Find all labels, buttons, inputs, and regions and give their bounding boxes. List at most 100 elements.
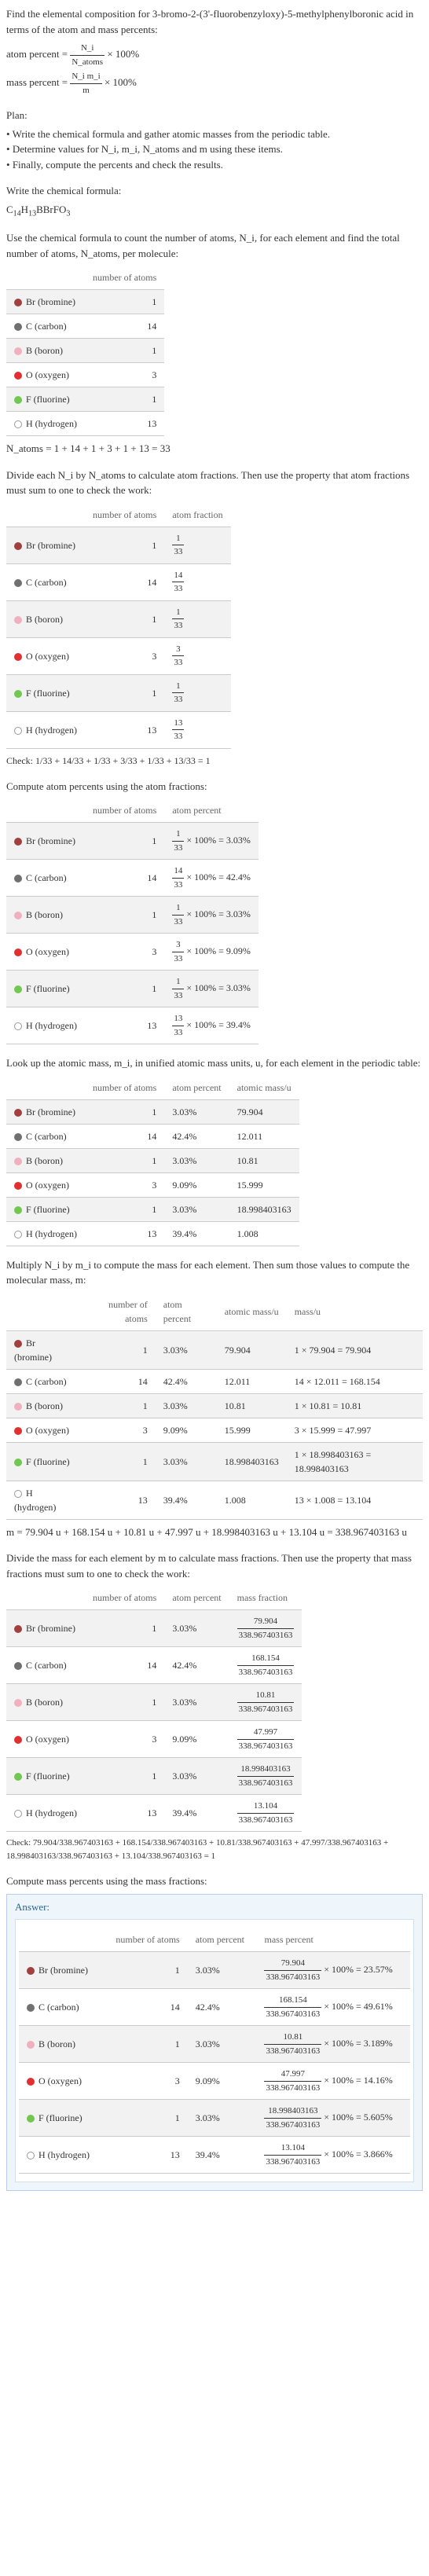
fraction: 47.997338.967403163 — [237, 1726, 295, 1752]
intro-title: Find the elemental composition for 3-bro… — [6, 6, 423, 37]
table-cell: 1433 × 100% = 42.4% — [164, 860, 258, 897]
element-label: Br (bromine) — [26, 296, 75, 307]
element-color-dot — [14, 1662, 22, 1670]
table-row: H (hydrogen)131333 — [6, 711, 231, 748]
table-cell: 18.998403163 — [217, 1442, 287, 1481]
table-cell: 42.4% — [156, 1369, 217, 1393]
table-cell: 1 — [82, 1330, 156, 1369]
element-color-dot — [27, 2004, 35, 2012]
table-cell: 333 × 100% = 9.09% — [164, 934, 258, 971]
col-num-atoms: number of atoms — [85, 798, 164, 823]
element-color-dot — [14, 1699, 22, 1707]
table-header-row: number of atoms atom percent mass percen… — [19, 1928, 410, 1952]
table-cell: 15.999 — [217, 1418, 287, 1442]
atomic-mass-section: Look up the atomic mass, m_i, in unified… — [6, 1055, 423, 1246]
table-cell: 14 × 12.011 = 168.154 — [287, 1369, 423, 1393]
table-cell: 1 — [85, 1148, 164, 1172]
element-color-dot — [14, 727, 22, 735]
mass-table: number of atoms atom percent atomic mass… — [6, 1293, 423, 1520]
table-cell: 10.81 — [217, 1393, 287, 1418]
table-cell: 1333 — [164, 711, 230, 748]
table-cell: 1 — [103, 2100, 188, 2137]
fraction: 13.104338.967403163 — [264, 2141, 321, 2168]
element-label: B (boron) — [26, 614, 63, 625]
table-cell: 39.4% — [164, 1795, 229, 1832]
element-color-dot — [14, 1109, 22, 1117]
table-cell: C (carbon) — [19, 1989, 103, 2026]
table-cell: 3.03% — [164, 1197, 229, 1221]
check-sum-1: Check: 1/33 + 14/33 + 1/33 + 3/33 + 1/33… — [6, 754, 423, 768]
element-label: O (oxygen) — [26, 1180, 69, 1191]
table-row: Br (bromine) 1 — [6, 290, 164, 314]
table-cell: 1 — [85, 674, 164, 711]
table-cell: B (boron) — [6, 1684, 85, 1721]
table-cell: 1 — [85, 339, 164, 363]
element-color-dot — [27, 2041, 35, 2049]
table-row: C (carbon)14 — [6, 314, 164, 339]
element-color-dot — [14, 299, 22, 306]
fraction: 10.81338.967403163 — [237, 1689, 295, 1715]
table-cell: 133 × 100% = 3.03% — [164, 897, 258, 934]
table-cell: F (fluorine) — [6, 1758, 85, 1795]
atomic-mass-table: number of atoms atom percent atomic mass… — [6, 1076, 299, 1246]
fraction: 168.154338.967403163 — [237, 1652, 295, 1679]
atom-count-table: number of atoms Br (bromine)1C (carbon)1… — [6, 266, 164, 436]
table-row: H (hydrogen)131333 × 100% = 39.4% — [6, 1007, 258, 1044]
table-cell: 1 — [82, 1442, 156, 1481]
table-cell: B (boron) — [6, 1393, 82, 1418]
element-label: B (boron) — [26, 1697, 63, 1708]
table-cell: 13.104338.967403163 — [229, 1795, 302, 1832]
fraction: 133 — [172, 532, 184, 559]
element-label: Br (bromine) — [26, 1623, 75, 1634]
element-label: O (oxygen) — [38, 2075, 82, 2086]
table-cell: 13.104338.967403163 × 100% = 3.866% — [256, 2137, 410, 2174]
table-cell: 1433 — [164, 563, 230, 600]
check-prefix: Check: — [6, 1838, 31, 1848]
atom-percent-formula: atom percent = N_i N_atoms × 100% — [6, 42, 423, 68]
table-cell: 3.03% — [188, 2100, 257, 2137]
answer-inner: number of atoms atom percent mass percen… — [15, 1919, 414, 2182]
table-row: C (carbon)1442.4%12.01114 × 12.011 = 168… — [6, 1369, 423, 1393]
atom-percent-fraction: N_i N_atoms — [70, 42, 104, 68]
element-color-dot — [14, 912, 22, 919]
table-cell: 12.011 — [217, 1369, 287, 1393]
formula-sub: 14 — [13, 209, 21, 218]
element-color-dot — [14, 616, 22, 624]
table-cell: 42.4% — [188, 1989, 257, 2026]
table-cell: 1 — [85, 600, 164, 637]
fraction: 133 — [172, 606, 184, 633]
element-label: B (boron) — [26, 1155, 63, 1166]
table-cell: 1 — [85, 290, 164, 314]
table-cell: C (carbon) — [6, 860, 85, 897]
table-header-row: number of atoms atom percent — [6, 798, 258, 823]
table-cell: 9.09% — [164, 1172, 229, 1197]
table-header-row: number of atoms atom percent atomic mass… — [6, 1293, 423, 1331]
table-row: C (carbon)1442.4%168.154338.967403163 × … — [19, 1989, 410, 2026]
element-label: H (hydrogen) — [38, 2149, 90, 2160]
table-row: H (hydrogen)1339.4%1.008 — [6, 1221, 299, 1246]
element-color-dot — [14, 372, 22, 380]
element-label: F (fluorine) — [38, 2112, 82, 2123]
table-cell: 39.4% — [156, 1481, 217, 1519]
element-label: F (fluorine) — [26, 1771, 70, 1782]
table-cell: 168.154338.967403163 × 100% = 49.61% — [256, 1989, 410, 2026]
element-label: F (fluorine) — [26, 1456, 70, 1467]
table-row: F (fluorine)13.03%18.998403163338.967403… — [6, 1758, 302, 1795]
element-label: C (carbon) — [26, 1376, 67, 1387]
col-mass: mass/u — [287, 1293, 423, 1331]
fraction: 18.998403163338.967403163 — [237, 1763, 295, 1789]
table-cell: 13 — [85, 711, 164, 748]
table-row: C (carbon)1442.4%168.154338.967403163 — [6, 1647, 302, 1684]
table-cell: 18.998403163 — [229, 1197, 299, 1221]
table-cell: C (carbon) — [6, 314, 85, 339]
count-heading: Use the chemical formula to count the nu… — [6, 230, 423, 261]
table-cell: 1 — [85, 823, 164, 860]
plan-item: Finally, compute the percents and check … — [6, 157, 423, 173]
table-row: O (oxygen)3333 × 100% = 9.09% — [6, 934, 258, 971]
mass-percent-section: Compute mass percents using the mass fra… — [6, 1873, 423, 2191]
table-cell: C (carbon) — [6, 563, 85, 600]
table-cell: F (fluorine) — [6, 387, 85, 412]
element-label: F (fluorine) — [26, 1204, 70, 1215]
table-cell: 14 — [85, 563, 164, 600]
table-cell: 9.09% — [156, 1418, 217, 1442]
